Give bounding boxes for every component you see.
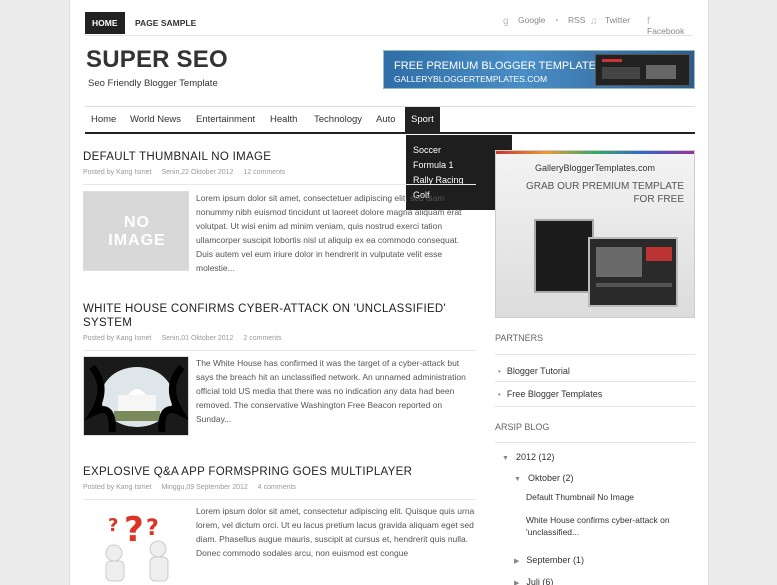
nav-world-news[interactable]: World News (124, 107, 187, 133)
expand-right-icon: ▶ (514, 558, 520, 565)
divider (495, 381, 695, 382)
site-title[interactable]: SUPER SEO (86, 46, 228, 74)
post-author: Posted by Kang Ismet (83, 335, 152, 342)
archive-post-link[interactable]: Default Thumbnail No Image (526, 492, 634, 502)
top-nav-home[interactable]: HOME (85, 12, 125, 34)
white-house-image (84, 357, 188, 435)
google-icon: g (503, 16, 509, 27)
expand-right-icon: ▶ (514, 580, 520, 585)
post-3: EXPLOSIVE Q&A APP FORMSPRING GOES MULTIP… (83, 465, 476, 585)
post-comments[interactable]: 4 comments (258, 484, 296, 491)
post-meta: Posted by Kang Ismet Senin,01 Oktober 20… (83, 335, 476, 351)
divider (495, 406, 695, 407)
post-meta: Posted by Kang Ismet Senin,22 Oktober 20… (83, 169, 476, 185)
site-description: Seo Friendly Blogger Template (88, 78, 218, 89)
divider (495, 354, 695, 355)
svg-text:?: ? (108, 515, 118, 536)
banner-title: FREE PREMIUM BLOGGER TEMPLATES (394, 60, 604, 72)
post-thumbnail[interactable]: ? ? ? (83, 504, 189, 584)
post-date: Senin,01 Oktober 2012 (161, 335, 234, 342)
post-1: DEFAULT THUMBNAIL NO IMAGE Posted by Kan… (83, 150, 476, 280)
social-google[interactable]: g Google (503, 15, 545, 27)
post-title[interactable]: EXPLOSIVE Q&A APP FORMSPRING GOES MULTIP… (83, 465, 476, 479)
page: HOME PAGE SAMPLE g Google ◔ RSS ♫ Twitter f… (69, 0, 709, 585)
post-date: Minggu,09 September 2012 (161, 484, 248, 491)
post-meta: Posted by Kang Ismet Minggu,09 September… (83, 484, 476, 500)
nav-sport[interactable]: Sport (405, 107, 440, 133)
promo-line-1: GRAB OUR PREMIUM TEMPLATE (526, 181, 684, 192)
twitter-icon: ♫ (590, 16, 598, 27)
no-image-label: NO IMAGE (108, 214, 166, 249)
post-2: WHITE HOUSE CONFIRMS CYBER-ATTACK ON 'UN… (83, 302, 476, 442)
partner-link-free-blogger-templates[interactable]: Free Blogger Templates (498, 389, 602, 399)
header-banner[interactable]: FREE PREMIUM BLOGGER TEMPLATES GALLERYBL… (383, 50, 695, 89)
nav-home[interactable]: Home (85, 107, 122, 133)
promo-stripe (496, 151, 694, 154)
post-date: Senin,22 Oktober 2012 (161, 169, 234, 176)
nav-entertainment[interactable]: Entertainment (190, 107, 261, 133)
post-title[interactable]: WHITE HOUSE CONFIRMS CYBER-ATTACK ON 'UN… (83, 302, 476, 330)
post-excerpt: Lorem ipsum dolor sit amet, consectetur … (196, 506, 475, 558)
svg-text:?: ? (124, 510, 144, 550)
promo-screenshot-back (534, 219, 594, 293)
post-author: Posted by Kang Ismet (83, 484, 152, 491)
post-comments[interactable]: 2 comments (243, 335, 281, 342)
archive-heading: ARSIP BLOG (495, 422, 550, 432)
rss-icon: ◔ (553, 16, 560, 27)
top-nav-page-sample[interactable]: PAGE SAMPLE (128, 12, 203, 34)
archive-post-link[interactable]: White House confirms cyber-attack on 'un… (526, 514, 691, 538)
main-nav: Home World News Entertainment Health Tec… (85, 106, 695, 134)
social-twitter[interactable]: ♫ Twitter (590, 15, 630, 27)
post-title[interactable]: DEFAULT THUMBNAIL NO IMAGE (83, 150, 476, 164)
partner-link-blogger-tutorial[interactable]: Blogger Tutorial (498, 366, 570, 376)
post-thumbnail[interactable]: NO IMAGE (83, 191, 189, 271)
archive-month-oktober[interactable]: ▼ Oktober (2) (514, 473, 573, 483)
top-bar: HOME PAGE SAMPLE g Google ◔ RSS ♫ Twitter f… (85, 10, 693, 36)
post-excerpt: Lorem ipsum dolor sit amet, consectetuer… (196, 193, 462, 273)
promo-screenshot-front (588, 237, 678, 307)
banner-screenshot (595, 54, 690, 86)
nav-health[interactable]: Health (264, 107, 303, 133)
social-facebook[interactable]: fFacebook (647, 15, 693, 36)
expand-down-icon: ▼ (514, 476, 521, 483)
post-excerpt: The White House has confirmed it was the… (196, 358, 466, 424)
nav-technology[interactable]: Technology (308, 107, 368, 133)
expand-down-icon: ▼ (502, 455, 509, 462)
archive-month-juli[interactable]: ▶ Juli (6) (514, 577, 553, 585)
post-author: Posted by Kang Ismet (83, 169, 152, 176)
svg-text:?: ? (146, 516, 159, 541)
question-marks-image: ? ? ? (105, 510, 169, 582)
post-comments[interactable]: 12 comments (243, 169, 285, 176)
promo-ad[interactable]: GalleryBloggerTemplates.com GRAB OUR PRE… (495, 150, 695, 318)
partners-heading: PARTNERS (495, 333, 544, 343)
social-rss[interactable]: ◔ RSS (553, 15, 585, 27)
promo-line-2: FOR FREE (633, 194, 684, 205)
nav-auto[interactable]: Auto (370, 107, 402, 133)
archive-month-september[interactable]: ▶ September (1) (514, 555, 584, 565)
post-thumbnail[interactable] (83, 356, 189, 436)
divider (495, 442, 695, 443)
promo-site: GalleryBloggerTemplates.com (534, 163, 656, 173)
facebook-icon: f (647, 16, 650, 27)
archive-year-2012[interactable]: ▼ 2012 (12) (502, 452, 555, 462)
banner-url: GALLERYBLOGGERTEMPLATES.COM (394, 74, 548, 84)
